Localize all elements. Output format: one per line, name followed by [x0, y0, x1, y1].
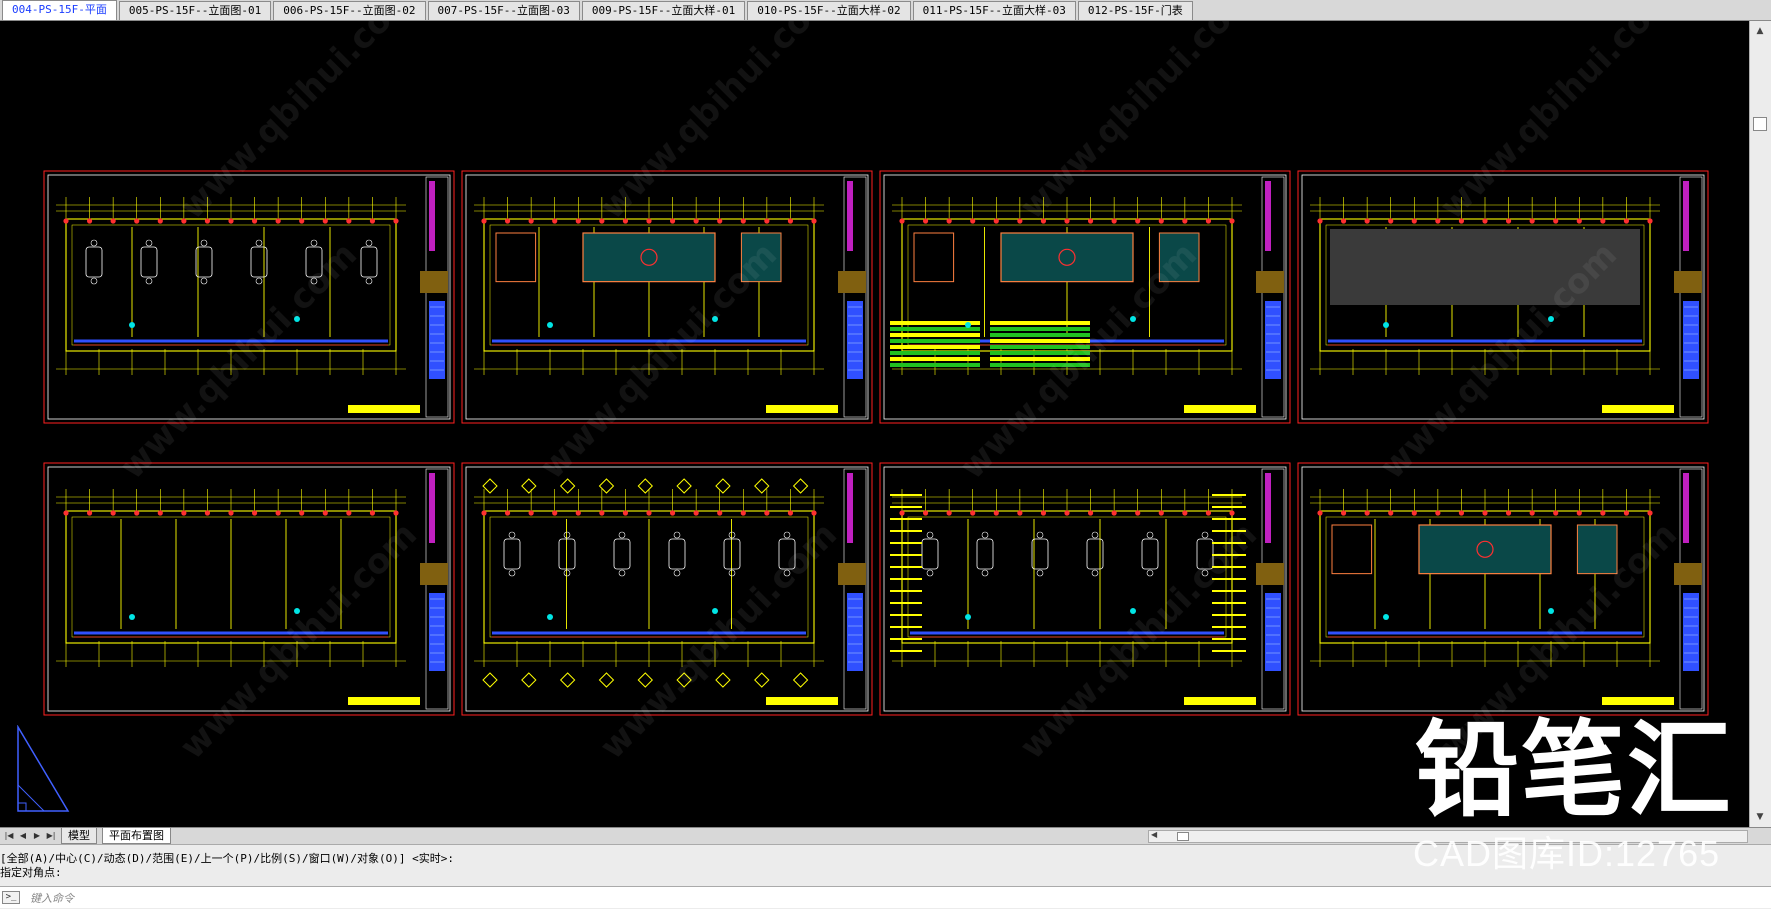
horizontal-scrollbar[interactable]: ◀ [1148, 830, 1748, 843]
drawing-sheet [43, 462, 455, 716]
drawing-sheet [43, 170, 455, 424]
vertical-scroll-thumb[interactable] [1753, 117, 1767, 131]
nav-first-icon[interactable]: |◀ [3, 830, 15, 842]
tab-004-ps-15f-plan[interactable]: 004-PS-15F-平面 [2, 0, 117, 20]
ucs-icon [16, 724, 72, 820]
drawing-sheet [461, 462, 873, 716]
tab-model[interactable]: 模型 [61, 828, 97, 844]
command-history-line: [全部(A)/中心(C)/动态(D)/范围(E)/上一个(P)/比例(S)/窗口… [0, 852, 455, 865]
command-history-line: 指定对角点: [0, 866, 62, 879]
drawing-sheet [1297, 462, 1709, 716]
scroll-down-icon[interactable]: ▼ [1752, 809, 1768, 825]
tab-005-elevation-01[interactable]: 005-PS-15F--立面图-01 [118, 1, 272, 20]
command-input[interactable] [30, 890, 930, 906]
nav-prev-icon[interactable]: ◀ [17, 830, 29, 842]
tab-007-elevation-03[interactable]: 007-PS-15F--立面图-03 [427, 1, 580, 20]
layout-sheets [43, 170, 1709, 716]
tab-006-elevation-02[interactable]: 006-PS-15F--立面图-02 [273, 1, 426, 20]
scroll-left-icon[interactable]: ◀ [1151, 830, 1157, 839]
drawing-tab-bar: 004-PS-15F-平面 005-PS-15F--立面图-01 006-PS-… [0, 0, 1771, 21]
tab-009-elevation-detail-01[interactable]: 009-PS-15F--立面大样-01 [581, 1, 746, 20]
vertical-scrollbar[interactable]: ▲ ▼ [1749, 21, 1771, 827]
tab-010-elevation-detail-02[interactable]: 010-PS-15F--立面大样-02 [747, 1, 911, 20]
layout-tab-bar: |◀ ◀ ▶ ▶| 模型 平面布置图 ◀ [0, 827, 1771, 844]
drawing-sheet [879, 170, 1291, 424]
tab-layout-floor-plan[interactable]: 平面布置图 [102, 828, 171, 844]
drawing-sheet [1297, 170, 1709, 424]
nav-next-icon[interactable]: ▶ [31, 830, 43, 842]
command-window: [全部(A)/中心(C)/动态(D)/范围(E)/上一个(P)/比例(S)/窗口… [0, 844, 1771, 909]
nav-last-icon[interactable]: ▶| [45, 830, 57, 842]
drawing-sheet [879, 462, 1291, 716]
command-prompt-icon[interactable]: >_ [2, 891, 20, 904]
scroll-up-icon[interactable]: ▲ [1752, 23, 1768, 39]
drawing-canvas[interactable]: www.qbihui.com www.qbihui.com www.qbihui.c… [0, 21, 1749, 827]
drawing-sheet [461, 170, 873, 424]
tab-011-elevation-detail-03[interactable]: 011-PS-15F--立面大样-03 [912, 1, 1076, 20]
command-input-row: >_ [0, 886, 1771, 908]
horizontal-scroll-thumb[interactable] [1177, 832, 1189, 841]
tab-012-door-schedule[interactable]: 012-PS-15F-门表 [1077, 1, 1193, 20]
